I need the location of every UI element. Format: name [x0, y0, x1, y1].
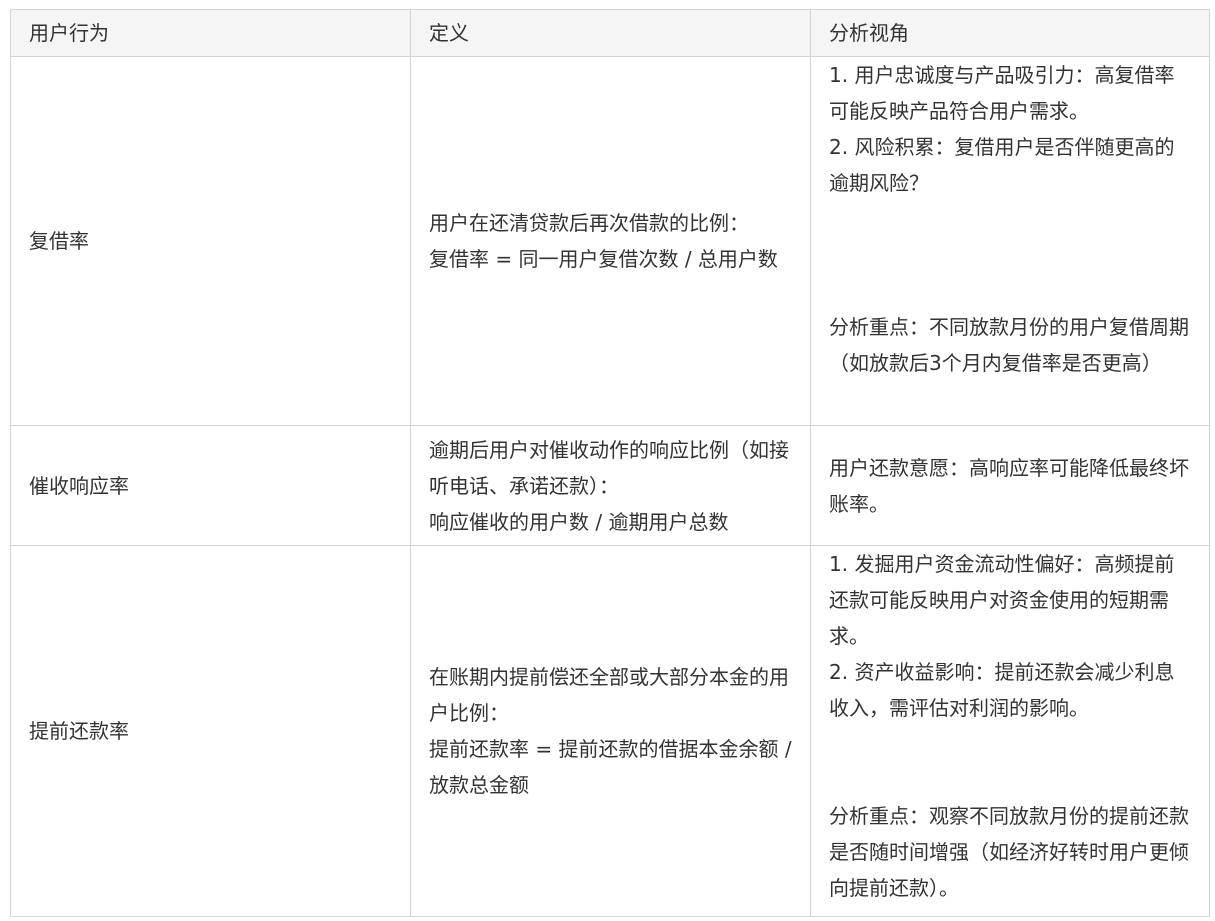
definition-cell: 逾期后用户对催收动作的响应比例（如接听电话、承诺还款）： 响应催收的用户数 / … — [410, 425, 811, 546]
analysis-point: 用户还款意愿：高响应率可能降低最终坏账率。 — [829, 455, 1189, 516]
behavior-cell: 复借率 — [10, 56, 411, 426]
table-row: 复借率 用户在还清贷款后再次借款的比例： 复借率 = 同一用户复借次数 / 总用… — [10, 56, 1210, 426]
definition-formula: 响应催收的用户数 / 逾期用户总数 — [429, 509, 729, 534]
table-row: 催收响应率 逾期后用户对催收动作的响应比例（如接听电话、承诺还款）： 响应催收的… — [10, 425, 1210, 546]
table-header-row: 用户行为 定义 分析视角 — [10, 9, 1210, 57]
header-user-behavior: 用户行为 — [10, 9, 411, 57]
definition-text: 逾期后用户对催收动作的响应比例（如接听电话、承诺还款）： — [429, 437, 789, 498]
definition-formula: 提前还款率 = 提前还款的借据本金余额 / 放款总金额 — [429, 737, 792, 797]
analysis-cell: 1. 发掘用户资金流动性偏好：高频提前还款可能反映用户对资金使用的短期需求。 2… — [810, 545, 1210, 917]
behavior-cell: 催收响应率 — [10, 425, 411, 546]
metrics-table-container: 用户行为 定义 分析视角 复借率 用户在还清贷款后再次借款的比例： 复借率 = … — [10, 9, 1210, 917]
analysis-point: 2. 风险积累：复借用户是否伴随更高的逾期风险？ — [829, 135, 1175, 195]
analysis-point: 1. 用户忠诚度与产品吸引力：高复借率可能反映产品符合用户需求。 — [829, 63, 1175, 123]
analysis-focus: 分析重点：观察不同放款月份的提前还款是否随时间增强（如经济好转时用户更倾向提前还… — [829, 804, 1189, 900]
definition-formula: 复借率 = 同一用户复借次数 / 总用户数 — [429, 247, 778, 271]
definition-cell: 在账期内提前偿还全部或大部分本金的用户比例： 提前还款率 = 提前还款的借据本金… — [410, 545, 811, 917]
analysis-cell: 1. 用户忠诚度与产品吸引力：高复借率可能反映产品符合用户需求。 2. 风险积累… — [810, 56, 1210, 426]
header-analysis-perspective: 分析视角 — [810, 9, 1210, 57]
definition-text: 在账期内提前偿还全部或大部分本金的用户比例： — [429, 665, 789, 725]
table-row: 提前还款率 在账期内提前偿还全部或大部分本金的用户比例： 提前还款率 = 提前还… — [10, 545, 1210, 917]
definition-text: 用户在还清贷款后再次借款的比例： — [429, 211, 749, 235]
user-behavior-table: 用户行为 定义 分析视角 复借率 用户在还清贷款后再次借款的比例： 复借率 = … — [10, 9, 1210, 917]
analysis-cell: 用户还款意愿：高响应率可能降低最终坏账率。 — [810, 425, 1210, 546]
behavior-cell: 提前还款率 — [10, 545, 411, 917]
analysis-point: 2. 资产收益影响：提前还款会减少利息收入，需评估对利润的影响。 — [829, 660, 1175, 720]
analysis-focus: 分析重点：不同放款月份的用户复借周期（如放款后3个月内复借率是否更高） — [829, 315, 1189, 375]
definition-cell: 用户在还清贷款后再次借款的比例： 复借率 = 同一用户复借次数 / 总用户数 — [410, 56, 811, 426]
header-definition: 定义 — [410, 9, 811, 57]
analysis-point: 1. 发掘用户资金流动性偏好：高频提前还款可能反映用户对资金使用的短期需求。 — [829, 552, 1175, 648]
